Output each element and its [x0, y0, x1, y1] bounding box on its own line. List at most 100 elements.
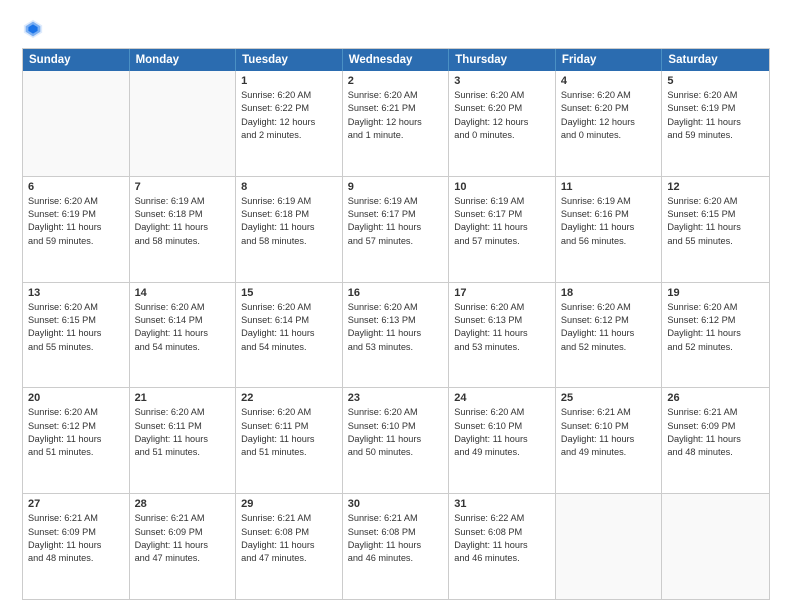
cell-line: and 52 minutes. — [561, 341, 657, 354]
calendar-week: 20Sunrise: 6:20 AMSunset: 6:12 PMDayligh… — [23, 388, 769, 494]
calendar-header-cell: Thursday — [449, 49, 556, 71]
cell-line: Sunrise: 6:21 AM — [135, 512, 231, 525]
calendar-cell: 15Sunrise: 6:20 AMSunset: 6:14 PMDayligh… — [236, 283, 343, 388]
day-number: 28 — [135, 498, 231, 510]
cell-line: Sunrise: 6:20 AM — [561, 89, 657, 102]
day-number: 11 — [561, 181, 657, 193]
day-number: 2 — [348, 75, 444, 87]
calendar-cell: 20Sunrise: 6:20 AMSunset: 6:12 PMDayligh… — [23, 388, 130, 493]
calendar-header-cell: Tuesday — [236, 49, 343, 71]
day-number: 13 — [28, 287, 124, 299]
cell-line: Sunrise: 6:19 AM — [454, 195, 550, 208]
cell-line: Daylight: 11 hours — [561, 433, 657, 446]
cell-line: and 52 minutes. — [667, 341, 764, 354]
cell-line: Sunrise: 6:20 AM — [454, 406, 550, 419]
cell-line: Sunrise: 6:19 AM — [135, 195, 231, 208]
cell-line: Sunset: 6:12 PM — [561, 314, 657, 327]
day-number: 20 — [28, 392, 124, 404]
day-number: 18 — [561, 287, 657, 299]
calendar-week: 13Sunrise: 6:20 AMSunset: 6:15 PMDayligh… — [23, 283, 769, 389]
cell-line: Daylight: 11 hours — [667, 327, 764, 340]
cell-line: Daylight: 11 hours — [561, 327, 657, 340]
cell-line: Daylight: 11 hours — [28, 221, 124, 234]
page: SundayMondayTuesdayWednesdayThursdayFrid… — [0, 0, 792, 612]
day-number: 7 — [135, 181, 231, 193]
cell-line: Sunrise: 6:19 AM — [348, 195, 444, 208]
day-number: 16 — [348, 287, 444, 299]
day-number: 14 — [135, 287, 231, 299]
day-number: 3 — [454, 75, 550, 87]
cell-line: Sunset: 6:19 PM — [667, 102, 764, 115]
cell-line: Sunrise: 6:21 AM — [561, 406, 657, 419]
calendar-cell: 16Sunrise: 6:20 AMSunset: 6:13 PMDayligh… — [343, 283, 450, 388]
cell-line: and 48 minutes. — [667, 446, 764, 459]
calendar-cell: 27Sunrise: 6:21 AMSunset: 6:09 PMDayligh… — [23, 494, 130, 599]
cell-line: Sunrise: 6:20 AM — [667, 195, 764, 208]
cell-line: Sunset: 6:09 PM — [135, 526, 231, 539]
cell-line: Sunset: 6:20 PM — [454, 102, 550, 115]
day-number: 17 — [454, 287, 550, 299]
calendar-header-cell: Wednesday — [343, 49, 450, 71]
cell-line: Daylight: 11 hours — [135, 433, 231, 446]
day-number: 6 — [28, 181, 124, 193]
day-number: 29 — [241, 498, 337, 510]
calendar-header-cell: Sunday — [23, 49, 130, 71]
cell-line: and 46 minutes. — [454, 552, 550, 565]
cell-line: Daylight: 11 hours — [135, 327, 231, 340]
cell-line: Sunset: 6:17 PM — [348, 208, 444, 221]
calendar-cell: 8Sunrise: 6:19 AMSunset: 6:18 PMDaylight… — [236, 177, 343, 282]
calendar-header-cell: Friday — [556, 49, 663, 71]
calendar-cell — [556, 494, 663, 599]
calendar-header-cell: Monday — [130, 49, 237, 71]
cell-line: Sunset: 6:13 PM — [454, 314, 550, 327]
day-number: 31 — [454, 498, 550, 510]
cell-line: Sunrise: 6:21 AM — [348, 512, 444, 525]
calendar-cell: 28Sunrise: 6:21 AMSunset: 6:09 PMDayligh… — [130, 494, 237, 599]
day-number: 22 — [241, 392, 337, 404]
calendar-cell: 24Sunrise: 6:20 AMSunset: 6:10 PMDayligh… — [449, 388, 556, 493]
cell-line: Sunset: 6:16 PM — [561, 208, 657, 221]
calendar-header: SundayMondayTuesdayWednesdayThursdayFrid… — [23, 49, 769, 71]
cell-line: Daylight: 11 hours — [348, 539, 444, 552]
calendar-cell — [662, 494, 769, 599]
cell-line: Daylight: 11 hours — [241, 433, 337, 446]
cell-line: Sunrise: 6:20 AM — [28, 301, 124, 314]
cell-line: Daylight: 11 hours — [667, 221, 764, 234]
cell-line: Sunrise: 6:22 AM — [454, 512, 550, 525]
calendar-cell: 19Sunrise: 6:20 AMSunset: 6:12 PMDayligh… — [662, 283, 769, 388]
day-number: 24 — [454, 392, 550, 404]
cell-line: Sunrise: 6:20 AM — [241, 89, 337, 102]
cell-line: Sunset: 6:13 PM — [348, 314, 444, 327]
day-number: 26 — [667, 392, 764, 404]
cell-line: Daylight: 12 hours — [348, 116, 444, 129]
cell-line: Sunrise: 6:20 AM — [28, 406, 124, 419]
cell-line: Daylight: 12 hours — [454, 116, 550, 129]
cell-line: and 56 minutes. — [561, 235, 657, 248]
calendar-body: 1Sunrise: 6:20 AMSunset: 6:22 PMDaylight… — [23, 71, 769, 599]
logo — [22, 18, 48, 40]
cell-line: Daylight: 11 hours — [135, 221, 231, 234]
cell-line: Sunset: 6:10 PM — [348, 420, 444, 433]
calendar-cell: 26Sunrise: 6:21 AMSunset: 6:09 PMDayligh… — [662, 388, 769, 493]
cell-line: Sunset: 6:19 PM — [28, 208, 124, 221]
cell-line: Sunrise: 6:20 AM — [667, 301, 764, 314]
cell-line: Daylight: 11 hours — [348, 221, 444, 234]
cell-line: Sunrise: 6:20 AM — [561, 301, 657, 314]
cell-line: and 46 minutes. — [348, 552, 444, 565]
cell-line: Sunrise: 6:20 AM — [135, 406, 231, 419]
day-number: 30 — [348, 498, 444, 510]
cell-line: Sunrise: 6:20 AM — [348, 89, 444, 102]
day-number: 1 — [241, 75, 337, 87]
calendar-cell: 22Sunrise: 6:20 AMSunset: 6:11 PMDayligh… — [236, 388, 343, 493]
cell-line: Sunrise: 6:20 AM — [241, 301, 337, 314]
cell-line: Daylight: 11 hours — [28, 539, 124, 552]
cell-line: Sunset: 6:14 PM — [135, 314, 231, 327]
day-number: 4 — [561, 75, 657, 87]
cell-line: and 0 minutes. — [561, 129, 657, 142]
cell-line: and 2 minutes. — [241, 129, 337, 142]
header — [22, 18, 770, 40]
calendar-cell: 6Sunrise: 6:20 AMSunset: 6:19 PMDaylight… — [23, 177, 130, 282]
cell-line: and 59 minutes. — [667, 129, 764, 142]
cell-line: Sunset: 6:09 PM — [667, 420, 764, 433]
cell-line: Sunrise: 6:20 AM — [135, 301, 231, 314]
